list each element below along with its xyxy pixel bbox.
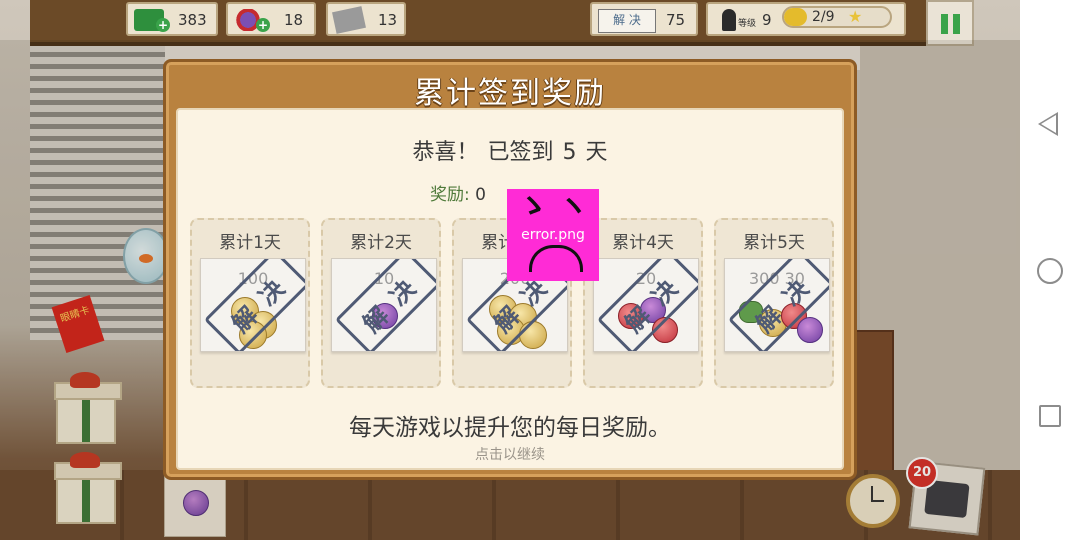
broken-image-placeholder: ゝ ヽ error.png: [507, 189, 599, 281]
reward-note: 300 30 解决: [724, 258, 830, 352]
reward-value: 0: [475, 185, 486, 205]
day-card[interactable]: 累计1天 100 解决: [190, 218, 310, 388]
android-nav-bar: [1020, 0, 1080, 540]
tap-to-continue[interactable]: 点击以继续: [178, 444, 842, 464]
cash-counter[interactable]: + 383: [126, 2, 218, 36]
daily-signin-dialog[interactable]: 累计签到奖励 恭喜！ 已签到 5 天 奖励: 0 累计1天 100 解决 累计2…: [163, 59, 857, 480]
pause-bar-icon: [953, 14, 960, 34]
level-progress-bar: 2/9 ★: [782, 6, 892, 28]
star-icon: ★: [848, 7, 863, 26]
newspaper-value: 13: [378, 11, 398, 29]
recent-apps-icon[interactable]: [1039, 405, 1061, 427]
day-card[interactable]: 累计5天 300 30 解决: [714, 218, 834, 388]
candy-value: 18: [284, 11, 304, 29]
add-candy-icon[interactable]: +: [256, 18, 270, 32]
resolved-value: 75: [666, 11, 686, 29]
reward-note: 20 解决: [593, 258, 699, 352]
level-progress-text: 2/9: [812, 9, 835, 25]
reward-note: 100 解决: [200, 258, 306, 352]
frown-icon: [529, 245, 583, 272]
reward-line: 奖励: 0: [430, 180, 486, 205]
home-icon[interactable]: [1037, 258, 1063, 284]
level-progress-fill: [784, 8, 808, 26]
error-image-label: error.png: [521, 227, 585, 243]
reward-label: 奖励:: [430, 185, 470, 205]
day-label: 累计5天: [743, 233, 805, 253]
resolved-counter[interactable]: 解 决 75: [590, 2, 698, 36]
pause-bar-icon: [941, 14, 948, 34]
level-label: 等级: [738, 19, 757, 29]
day-card[interactable]: 累计4天 20 解决: [583, 218, 703, 388]
day-card[interactable]: 累计2天 10 解决: [321, 218, 441, 388]
tip-text: 每天游戏以提升您的每日奖励。: [349, 415, 671, 441]
candy-counter[interactable]: + 18: [226, 2, 316, 36]
resolved-ticket-icon: 解 决: [598, 9, 656, 33]
dialog-title: 累计签到奖励: [414, 76, 606, 111]
newspaper-counter[interactable]: 13: [326, 2, 406, 36]
character-icon: [722, 9, 736, 31]
angry-eyes-icon: ゝ ヽ: [517, 189, 589, 224]
back-icon[interactable]: [1038, 112, 1058, 136]
dialog-body: 恭喜！ 已签到 5 天 奖励: 0 累计1天 100 解决 累计2天 10 解决…: [176, 108, 844, 470]
congrats-text: 恭喜！ 已签到 5 天: [412, 140, 608, 165]
reward-note: 10 解决: [331, 258, 437, 352]
add-cash-icon[interactable]: +: [156, 18, 170, 32]
level-value: 9: [762, 11, 772, 29]
day-label: 累计2天: [350, 233, 412, 253]
candy-icon: [797, 317, 823, 343]
day-label: 累计4天: [612, 233, 674, 253]
day-label: 累计1天: [219, 233, 281, 253]
newspaper-icon: [332, 6, 366, 34]
cash-value: 383: [178, 11, 207, 29]
